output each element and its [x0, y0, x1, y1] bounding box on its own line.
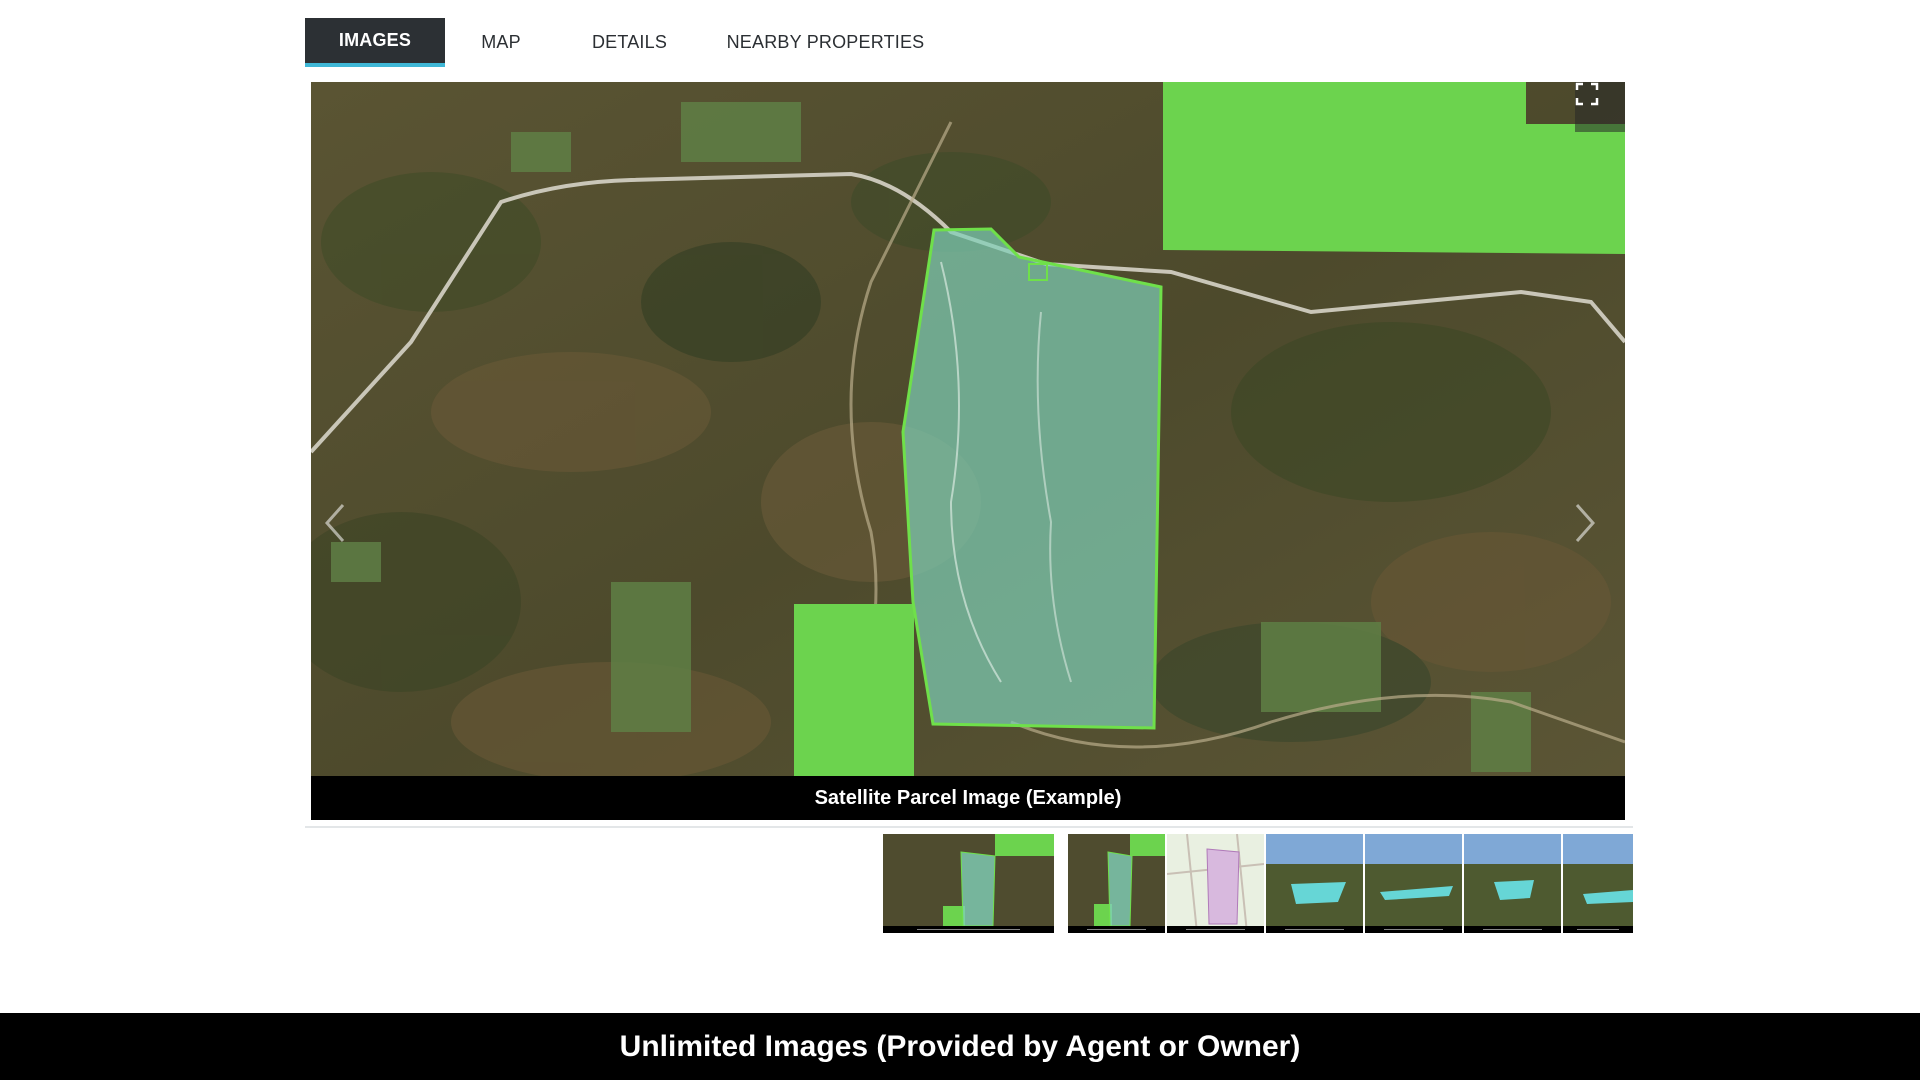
- tab-map[interactable]: MAP: [445, 18, 557, 67]
- thumbnail-2[interactable]: [1068, 834, 1165, 933]
- image-viewer: Satellite Parcel Image (Example): [311, 82, 1625, 820]
- thumbnail-strip: [883, 834, 1633, 933]
- tab-images[interactable]: IMAGES: [305, 18, 445, 67]
- thumbnail-6[interactable]: [1464, 834, 1561, 933]
- divider: [305, 826, 1633, 828]
- tab-nearby-properties[interactable]: NEARBY PROPERTIES: [702, 18, 949, 67]
- thumbnail-5[interactable]: [1365, 834, 1462, 933]
- expand-icon: [1575, 82, 1599, 106]
- chevron-left-icon: [324, 504, 345, 542]
- thumbnail-7[interactable]: [1563, 834, 1633, 933]
- image-caption: Satellite Parcel Image (Example): [311, 776, 1625, 820]
- satellite-parcel-image: [311, 82, 1625, 820]
- next-image-button[interactable]: [1573, 502, 1613, 562]
- thumbnail-1[interactable]: [883, 834, 1054, 933]
- tab-details[interactable]: DETAILS: [557, 18, 702, 67]
- thumbnail-4[interactable]: [1266, 834, 1363, 933]
- fullscreen-button[interactable]: [1575, 82, 1625, 132]
- thumbnail-3[interactable]: [1167, 834, 1264, 933]
- tab-bar: IMAGES MAP DETAILS NEARBY PROPERTIES: [305, 18, 949, 70]
- previous-image-button[interactable]: [323, 502, 363, 562]
- chevron-right-icon: [1575, 504, 1596, 542]
- promo-banner: Unlimited Images (Provided by Agent or O…: [0, 1013, 1920, 1080]
